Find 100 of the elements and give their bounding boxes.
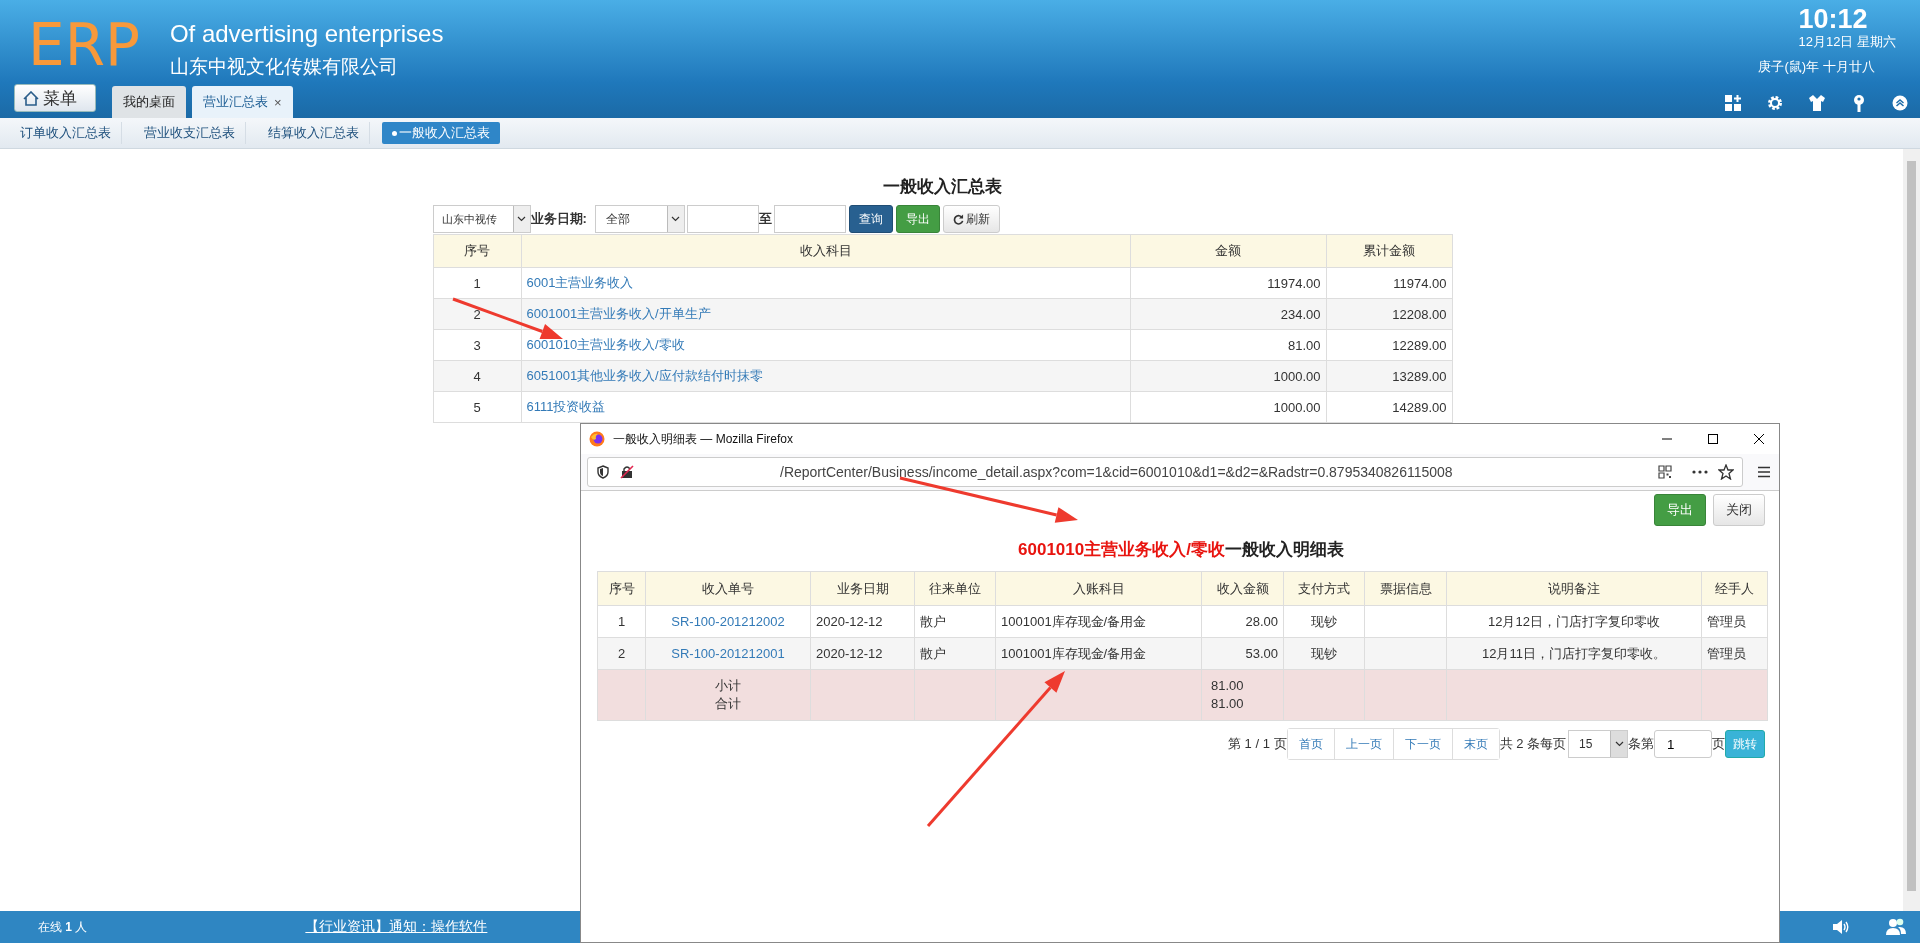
app-title: Of advertising enterprises	[169, 20, 444, 48]
table-cell: 管理员	[1701, 605, 1768, 638]
table-cell: 1001001库存现金/备用金	[995, 605, 1202, 638]
close-icon[interactable]	[1753, 433, 1765, 445]
bookmark-star-icon[interactable]	[1718, 464, 1734, 480]
close-icon[interactable]: ×	[274, 94, 282, 110]
report-heading: 一般收入明细表	[1224, 540, 1344, 559]
url-text: /ReportCenter/Business/income_detail.aspx?com=1&cid=6001010&d1=&d2=&Radstr=0.8795340826115008	[780, 464, 1454, 480]
column-header: 业务日期	[810, 571, 915, 606]
page-info: 第 1 / 1 页	[1228, 735, 1287, 753]
column-header: 入账科目	[995, 571, 1202, 606]
table-cell: 81.00	[1130, 329, 1326, 361]
sub-tab[interactable]: 结算收入汇总表	[258, 122, 370, 144]
lunar-date: 庚子(鼠)年 十月廿八	[1758, 58, 1875, 76]
table-cell: 1000.00	[1130, 391, 1326, 423]
sub-tab[interactable]: 营业收支汇总表	[134, 122, 246, 144]
table-cell: 11974.00	[1130, 267, 1326, 299]
table-cell: 14289.00	[1326, 391, 1452, 423]
table-cell: 4	[433, 360, 521, 392]
column-header: 往来单位	[914, 571, 996, 606]
address-bar[interactable]: /ReportCenter/Business/income_detail.aspx?com=1&cid=6001010&d1=&d2=&Radstr=0.8795340826115008	[587, 457, 1743, 487]
menu-icon[interactable]	[1757, 466, 1771, 478]
close-button[interactable]: 关闭	[1713, 494, 1765, 526]
home-icon	[23, 90, 39, 106]
grid-add-icon[interactable]	[1724, 94, 1742, 112]
table-cell: 12月12日，门店打字复印零收	[1446, 605, 1702, 638]
logo-text: ERP	[28, 16, 140, 74]
table-cell: 5	[433, 391, 521, 423]
receipt-link[interactable]: SR-100-201212002	[671, 614, 785, 629]
date-range-select[interactable]: 全部	[594, 205, 685, 233]
subject-link[interactable]: 6111投资收益	[526, 399, 606, 414]
summary-amount: 81.00	[1211, 695, 1244, 713]
column-header: 经手人	[1701, 571, 1768, 606]
table-cell: 2020-12-12	[810, 605, 915, 638]
query-button[interactable]: 查询	[848, 205, 893, 233]
column-header: 说明备注	[1446, 571, 1702, 606]
subject-link[interactable]: 6001001主营业务收入/开单生产	[526, 306, 711, 321]
tab[interactable]: 我的桌面	[112, 86, 186, 118]
tab[interactable]: 营业汇总表 ×	[192, 86, 293, 118]
table-cell: 234.00	[1130, 298, 1326, 330]
table-cell: 2020-12-12	[810, 637, 915, 670]
table-cell: 1000.00	[1130, 360, 1326, 392]
export-button[interactable]: 导出	[895, 205, 940, 233]
end-date-field[interactable]	[773, 205, 846, 233]
page-number-field[interactable]: 1	[1654, 730, 1712, 758]
subject-link[interactable]: 6001主营业务收入	[526, 275, 634, 290]
caret-icon	[666, 206, 684, 232]
column-header: 收入金额	[1201, 571, 1284, 606]
users-icon[interactable]	[1886, 918, 1906, 936]
table-cell: 12208.00	[1326, 298, 1452, 330]
table-cell: 2	[597, 637, 646, 670]
caret-icon	[512, 206, 530, 232]
page-size-select[interactable]: 15	[1568, 730, 1628, 758]
table-cell: 12289.00	[1326, 329, 1452, 361]
shirt-icon[interactable]	[1808, 94, 1826, 112]
table-cell: 53.00	[1201, 637, 1284, 670]
column-header: 收入科目	[521, 234, 1130, 268]
company-name: 山东中视文化传媒有限公司	[169, 55, 399, 79]
column-header: 金额	[1130, 234, 1326, 268]
summary-label: 合计	[715, 695, 741, 713]
range-separator: 至	[758, 210, 772, 228]
table-cell: 1001001库存现金/备用金	[995, 637, 1202, 670]
date-label: 业务日期:	[530, 210, 587, 228]
table-cell: 11974.00	[1326, 267, 1452, 299]
sub-tab[interactable]: 一般收入汇总表	[382, 122, 500, 144]
receipt-link[interactable]: SR-100-201212001	[671, 646, 785, 661]
subject-link[interactable]: 6051001其他业务收入/应付款结付时抹零	[526, 368, 763, 383]
speaker-icon[interactable]	[1832, 919, 1850, 935]
insecure-lock-icon[interactable]	[620, 465, 634, 479]
collapse-icon[interactable]	[1892, 95, 1908, 111]
caret-icon	[1610, 731, 1627, 757]
subject-link[interactable]: 6001010主营业务收入/零收	[526, 337, 685, 352]
shield-icon[interactable]	[596, 465, 610, 479]
page-button[interactable]: 首页	[1287, 729, 1335, 759]
clock-date: 12月12日 星期六	[1798, 34, 1896, 50]
column-header: 票据信息	[1364, 571, 1447, 606]
summary-amount: 81.00	[1211, 677, 1244, 695]
column-header: 序号	[597, 571, 646, 606]
notice-link[interactable]: 【行业资讯】通知：操作软件	[305, 918, 488, 936]
clock-time: 10:12	[1798, 4, 1868, 34]
table-cell: 1	[597, 605, 646, 638]
menu-button[interactable]: 菜单	[14, 84, 96, 112]
item-label: 条第	[1628, 735, 1654, 753]
refresh-button[interactable]: 刷新	[942, 205, 1000, 233]
start-date-field[interactable]	[686, 205, 759, 233]
sub-tab[interactable]: 订单收入汇总表	[10, 122, 122, 144]
browser-logo-icon	[589, 431, 605, 447]
page-label: 页	[1712, 735, 1725, 753]
settings-icon[interactable]	[1766, 94, 1784, 112]
table-cell: 3	[433, 329, 521, 361]
scrollbar[interactable]	[1903, 149, 1920, 911]
table-cell: 现钞	[1283, 637, 1365, 670]
export-button[interactable]: 导出	[1654, 494, 1706, 526]
table-cell: 散户	[914, 605, 996, 638]
more-icon[interactable]	[1692, 470, 1708, 474]
maximize-icon[interactable]	[1707, 433, 1719, 445]
qr-code-icon[interactable]	[1658, 465, 1672, 479]
column-header: 累计金额	[1326, 234, 1452, 268]
company-select[interactable]: 山东中视传	[432, 205, 531, 233]
table-cell: 28.00	[1201, 605, 1284, 638]
